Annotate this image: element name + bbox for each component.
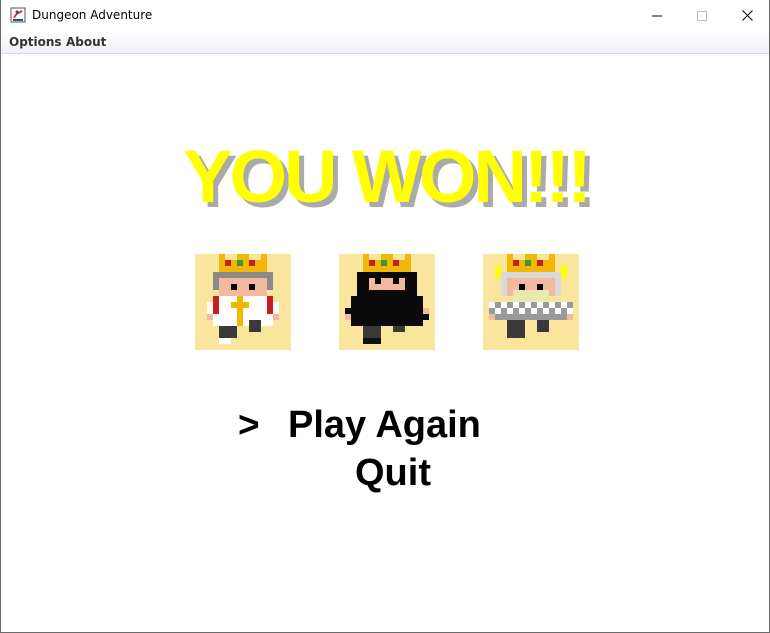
quit-option[interactable]: Quit	[355, 452, 431, 495]
close-icon	[741, 10, 753, 21]
app-window: Dungeon Adventure Options About YOU WON!…	[0, 0, 770, 633]
java-app-icon	[10, 7, 26, 23]
minimize-button[interactable]	[634, 0, 680, 31]
menu-bar: Options About	[1, 31, 769, 54]
window-title: Dungeon Adventure	[32, 8, 153, 22]
menu-selection-cursor: >	[238, 404, 260, 445]
close-button[interactable]	[724, 0, 770, 31]
play-again-option[interactable]: Play Again	[288, 404, 481, 447]
title-bar[interactable]: Dungeon Adventure	[1, 0, 769, 31]
game-canvas: YOU WON!!! > Play Again Quit	[1, 54, 769, 632]
maximize-icon	[697, 10, 707, 21]
menu-about[interactable]: About	[66, 35, 106, 49]
maximize-button[interactable]	[679, 0, 725, 31]
hero-thief-portrait	[339, 254, 435, 350]
victory-title: YOU WON!!!	[183, 135, 592, 218]
minimize-icon	[652, 15, 662, 16]
hero-warrior-portrait	[483, 254, 579, 350]
hero-priest-portrait	[195, 254, 291, 350]
menu-options[interactable]: Options	[9, 35, 62, 49]
